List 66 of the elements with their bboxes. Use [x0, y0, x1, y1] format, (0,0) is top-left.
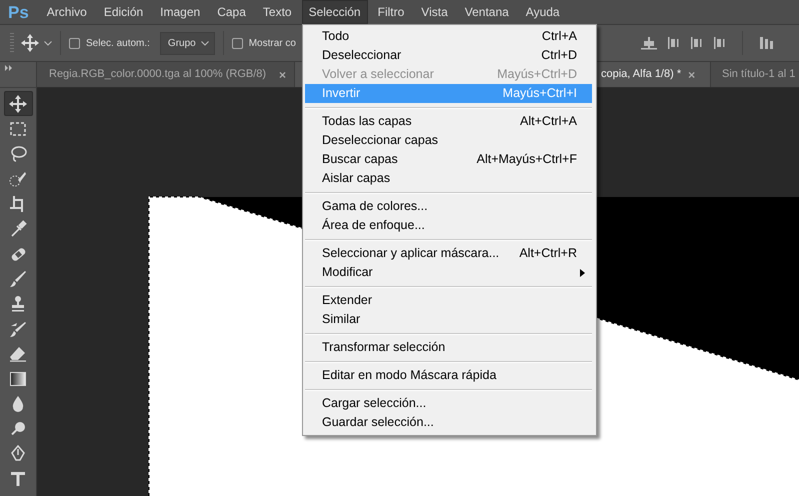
menu-entry[interactable]: Extender — [305, 291, 592, 310]
menu-entry[interactable]: Cargar selección... — [305, 394, 592, 413]
app-logo: Ps — [8, 4, 29, 20]
checkbox-label: Mostrar co — [248, 36, 296, 50]
eyedropper-icon — [9, 220, 27, 238]
shortcut-label: Ctrl+D — [541, 47, 577, 64]
auto-align-icon[interactable] — [758, 35, 773, 51]
marquee-icon — [9, 120, 27, 138]
distribute-icon[interactable] — [712, 35, 726, 51]
menu-item[interactable]: Imagen — [153, 0, 208, 24]
align-icon[interactable] — [640, 35, 657, 51]
menu-entry[interactable]: Deseleccionar Ctrl+D — [305, 46, 592, 65]
menu-item[interactable]: Selección — [302, 0, 368, 24]
stamp-icon — [9, 294, 27, 312]
checkbox-label: Selec. autom.: — [86, 36, 150, 50]
menu-entry[interactable]: Gama de colores... — [305, 197, 592, 216]
dodge-icon — [9, 420, 27, 438]
menu-item[interactable]: Filtro — [370, 0, 412, 24]
menu-entry[interactable]: Área de enfoque... — [305, 216, 592, 235]
collapse-icon[interactable] — [5, 65, 13, 71]
group-dropdown[interactable]: Grupo — [160, 32, 215, 54]
menu-item[interactable]: Ayuda — [518, 0, 567, 24]
menu-entry[interactable]: Buscar capas Alt+Mayús+Ctrl+F — [305, 150, 592, 169]
shortcut-label: Alt+Ctrl+R — [519, 245, 577, 262]
shortcut-label: Ctrl+A — [542, 28, 577, 46]
menu-entry[interactable]: Transformar selección — [305, 338, 592, 357]
move-icon — [9, 94, 27, 112]
menu-item[interactable]: Edición — [96, 0, 150, 24]
eraser-icon — [9, 344, 27, 362]
menu-entry[interactable]: Seleccionar y aplicar máscara... Alt+Ctrl+R — [305, 244, 592, 263]
lasso-icon — [9, 144, 27, 162]
menu-entry[interactable]: Similar — [305, 310, 592, 329]
checkbox[interactable] — [232, 38, 243, 48]
brush-icon — [9, 270, 27, 288]
menu-item[interactable]: Vista — [414, 0, 455, 24]
grip-handle[interactable] — [10, 32, 14, 54]
move-icon[interactable] — [21, 34, 39, 52]
distribute-icon[interactable] — [690, 35, 703, 51]
distribute-icon[interactable] — [666, 35, 680, 51]
shortcut-label: Alt+Mayús+Ctrl+F — [476, 151, 577, 168]
menu-item[interactable]: Capa — [210, 0, 253, 24]
menu-entry[interactable]: Aislar capas — [305, 169, 592, 188]
caret-icon[interactable] — [44, 40, 52, 46]
quick-select-icon — [9, 170, 27, 188]
menu-item[interactable]: Ventana — [458, 0, 516, 24]
menu-item[interactable]: Texto — [256, 0, 299, 24]
shortcut-label: Alt+Ctrl+A — [520, 113, 577, 130]
checkbox[interactable] — [69, 38, 80, 48]
shortcut-label: Mayús+Ctrl+D — [497, 66, 577, 84]
shortcut-label: Mayús+Ctrl+I — [502, 85, 577, 102]
gradient-icon — [9, 370, 27, 388]
menu-entry[interactable]: Todas las capas Alt+Ctrl+A — [305, 112, 592, 131]
menu-entry[interactable]: Modificar — [305, 263, 592, 282]
document-tab[interactable]: Regia.RGB_color.0000.tga al 100% (RGB/8) × — [37, 62, 295, 87]
menu-entry[interactable]: Guardar selección... — [305, 413, 592, 432]
pen-icon — [9, 444, 27, 462]
menu-entry[interactable]: Editar en modo Máscara rápida — [305, 366, 592, 385]
close-icon[interactable]: × — [278, 66, 286, 84]
caret-icon — [200, 40, 209, 46]
type-icon — [9, 470, 27, 488]
menu-entry[interactable]: Todo Ctrl+A — [305, 27, 592, 46]
move-tool[interactable] — [4, 91, 32, 116]
history-brush-icon — [9, 320, 27, 338]
menu-item[interactable]: Archivo — [40, 0, 94, 24]
menu-entry[interactable]: Deseleccionar capas — [305, 131, 592, 150]
document-tab[interactable]: Sin título-1 al 1 — [711, 62, 799, 87]
